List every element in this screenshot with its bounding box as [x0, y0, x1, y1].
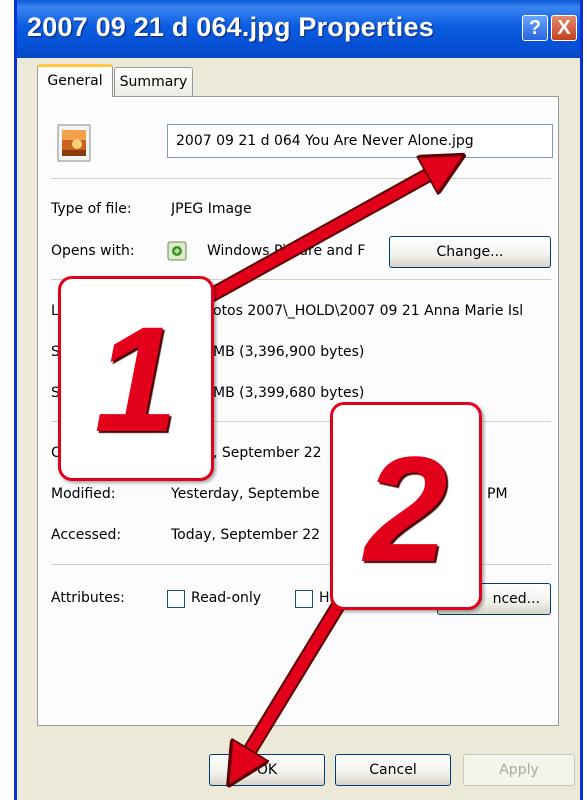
title-bar[interactable]: 2007 09 21 d 064.jpg Properties ? X: [17, 0, 580, 58]
help-button[interactable]: ?: [522, 15, 548, 41]
separator: [51, 178, 551, 179]
attributes-label: Attributes:: [51, 590, 125, 606]
size-value: MB (3,396,900 bytes): [213, 344, 365, 360]
location-value: otos 2007\_HOLD\2007 09 21 Anna Marie Is…: [213, 303, 524, 319]
modified-label: Modified:: [51, 486, 116, 502]
close-button[interactable]: X: [551, 15, 577, 41]
tab-general[interactable]: General: [37, 64, 113, 97]
created-value: , September 22: [213, 445, 322, 461]
windows-picture-viewer-icon: [167, 241, 187, 261]
modified-value-tail: PM: [487, 486, 508, 502]
advanced-button-label: nced...: [492, 591, 540, 607]
change-button-label: Change...: [436, 244, 504, 260]
hidden-checkbox[interactable]: [295, 590, 313, 608]
modified-value: Yesterday, Septembe: [171, 486, 320, 502]
jpeg-file-icon: [57, 124, 91, 162]
size-on-disk-value: MB (3,399,680 bytes): [213, 385, 365, 401]
callout-step-1: 1: [58, 276, 214, 481]
tab-summary[interactable]: Summary: [114, 67, 193, 97]
change-button[interactable]: Change...: [389, 236, 551, 268]
read-only-label: Read-only: [191, 590, 262, 606]
type-of-file-label: Type of file:: [51, 201, 132, 217]
file-name-input[interactable]: 2007 09 21 d 064 You Are Never Alone.jpg: [167, 124, 553, 158]
callout-step-2: 2: [330, 402, 482, 610]
read-only-checkbox[interactable]: [167, 590, 185, 608]
ok-button[interactable]: OK: [209, 754, 325, 786]
callout-number-1: 1: [94, 295, 178, 463]
window-title: 2007 09 21 d 064.jpg Properties: [27, 12, 434, 42]
accessed-label: Accessed:: [51, 527, 122, 543]
accessed-value: Today, September 22: [171, 527, 321, 543]
opens-with-value: Windows Picture and F: [207, 243, 366, 259]
callout-number-2: 2: [364, 425, 448, 593]
opens-with-label: Opens with:: [51, 243, 135, 259]
cancel-button[interactable]: Cancel: [335, 754, 451, 786]
apply-button[interactable]: Apply: [463, 754, 575, 786]
type-of-file-value: JPEG Image: [171, 201, 252, 217]
